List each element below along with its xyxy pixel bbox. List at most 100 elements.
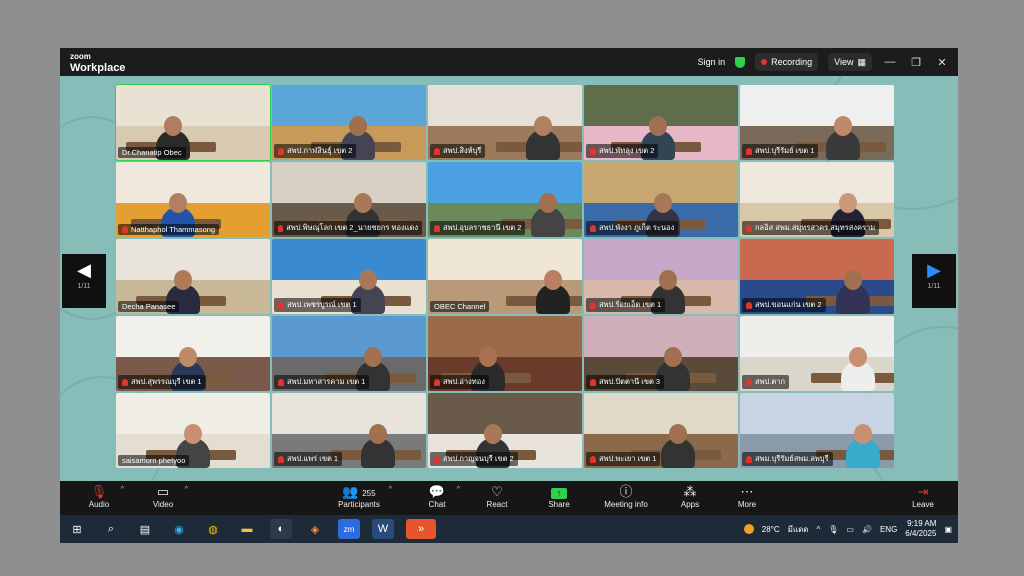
participant-video-tile[interactable]: สพป.ขอนแก่น เขต 2: [740, 239, 894, 314]
more-button[interactable]: ⋯ More: [734, 484, 760, 509]
participants-icon: 👥: [342, 484, 359, 499]
participant-name-tag: สพป.ปัตตานี เขต 3: [586, 375, 665, 389]
task-view-icon[interactable]: ▤: [134, 519, 156, 539]
app-icon[interactable]: ◐: [270, 519, 292, 539]
windows-start-icon[interactable]: ⊞: [66, 519, 88, 539]
participant-video-tile[interactable]: Dr.Chanatip Obec: [115, 84, 271, 161]
participant-head: [179, 347, 197, 367]
apps-icon: ⁂: [683, 484, 697, 499]
participant-head: [184, 424, 202, 444]
participants-label: Participants: [338, 500, 380, 509]
video-button[interactable]: ▭ Video ^: [148, 484, 188, 509]
participant-name: สพป.สิงห์บุรี: [443, 146, 482, 155]
participant-video-tile[interactable]: สพป.ตาก: [740, 316, 894, 391]
participant-video-tile[interactable]: สพป.พะเยา เขต 1: [584, 393, 738, 468]
app-icon[interactable]: W: [372, 519, 394, 539]
participant-name-tag: สพป.ขอนแก่น เขต 2: [742, 298, 826, 312]
app-icon[interactable]: ◈: [304, 519, 326, 539]
participant-name: กลอิส สพม.สมุทรสาคร สมุทรสงคราม: [755, 223, 876, 232]
mic-muted-icon: [122, 226, 128, 233]
notification-icon[interactable]: ▣: [944, 525, 952, 534]
share-button[interactable]: ↑ Share: [546, 484, 572, 509]
view-button[interactable]: View ▦: [828, 53, 872, 71]
close-icon[interactable]: ✕: [934, 56, 950, 69]
participant-video-tile[interactable]: saisamorn phetyoo: [116, 393, 270, 468]
chevron-up-icon[interactable]: ^: [185, 486, 188, 493]
next-page-button[interactable]: ▶ 1/11: [912, 254, 956, 308]
participant-video-tile[interactable]: สพป.ปัตตานี เขต 3: [584, 316, 738, 391]
search-icon[interactable]: ⌕: [100, 519, 122, 539]
participant-video-tile[interactable]: สพป.พัทลุง เขต 2: [584, 85, 738, 160]
participant-video-tile[interactable]: OBEC Channel: [428, 239, 582, 314]
participant-video-tile[interactable]: สพป.ร้อยเอ็ด เขต 1: [584, 239, 738, 314]
microphone-icon[interactable]: 🎙: [828, 525, 838, 534]
participant-video-tile[interactable]: สพป.กาญจนบุรี เขต 2: [428, 393, 582, 468]
participant-name-tag: สพป.สิงห์บุรี: [430, 144, 486, 158]
gallery-stage: ◀ 1/11 ▶ 1/11 Dr.Chanatip Obec สพป.กาฬสิน…: [60, 76, 958, 481]
participant-video-tile[interactable]: สพป.พังงา ภูเก็ต ระนอง: [584, 162, 738, 237]
participant-video-tile[interactable]: สพป.เพชรบูรณ์ เขต 1: [272, 239, 426, 314]
audio-button[interactable]: 🎙 Audio ^: [84, 484, 124, 509]
video-background: [740, 393, 894, 435]
participant-video-tile[interactable]: สพป.มหาสารคาม เขต 1: [272, 316, 426, 391]
sign-in-button[interactable]: Sign in: [698, 57, 726, 67]
participant-video-tile[interactable]: สพป.แพร่ เขต 1: [272, 393, 426, 468]
participant-head: [844, 270, 862, 290]
participant-name-tag: สพป.แพร่ เขต 1: [274, 452, 343, 466]
windows-taskbar: ⊞ ⌕ ▤ ◉ ◍ ▬ ◐ ◈ zm W » 28°C มีแดด ^ 🎙 ▭ …: [60, 515, 958, 543]
chevron-up-icon[interactable]: ^: [457, 486, 460, 493]
participant-video-tile[interactable]: สพป.กาฬสินธุ์ เขต 2: [272, 85, 426, 160]
network-icon[interactable]: ▭: [846, 525, 854, 534]
participant-name: saisamorn phetyoo: [122, 456, 186, 465]
participant-name: สพป.บุรีรัมย์ เขต 1: [755, 146, 815, 155]
volume-icon[interactable]: 🔊: [862, 525, 872, 534]
participant-head: [664, 347, 682, 367]
participant-video-tile[interactable]: สพป.อ่างทอง: [428, 316, 582, 391]
zoom-taskbar-icon[interactable]: zm: [338, 519, 360, 539]
leave-button[interactable]: ⇥ Leave: [910, 484, 936, 509]
file-explorer-icon[interactable]: ▬: [236, 519, 258, 539]
chat-button[interactable]: 💬 Chat ^: [424, 484, 460, 509]
participant-video-tile[interactable]: สพป.บุรีรัมย์ เขต 1: [740, 85, 894, 160]
edge-icon[interactable]: ◉: [168, 519, 190, 539]
video-background: [428, 316, 582, 358]
more-icon: ⋯: [740, 484, 754, 499]
anydesk-icon[interactable]: »: [406, 519, 436, 539]
brand-top: zoom: [70, 52, 91, 61]
participant-video-tile[interactable]: สพม.บุรีรัมย์สพม.ลพบุรี: [740, 393, 894, 468]
participant-video-tile[interactable]: สพป.สุพรรณบุรี เขต 1: [116, 316, 270, 391]
video-background: [428, 393, 582, 435]
restore-icon[interactable]: ❐: [908, 56, 924, 69]
mic-muted-icon: [746, 224, 752, 232]
participant-video-tile[interactable]: กลอิส สพม.สมุทรสาคร สมุทรสงคราม: [740, 162, 894, 237]
participant-video-tile[interactable]: สพป.อุบลราชธานี เขต 2: [428, 162, 582, 237]
minimize-icon[interactable]: —: [882, 56, 898, 68]
mic-muted-icon: [746, 455, 752, 463]
participants-button[interactable]: 👥 255 Participants ^: [336, 484, 392, 509]
participant-video-tile[interactable]: Decha Panasee: [116, 239, 270, 314]
meeting-info-label: Meeting info: [604, 500, 648, 509]
leave-icon: ⇥: [917, 484, 929, 499]
participant-name: สพป.ปัตตานี เขต 3: [599, 377, 661, 386]
participant-name-tag: สพป.ร้อยเอ็ด เขต 1: [586, 298, 666, 312]
meeting-info-button[interactable]: ⓘ Meeting info: [600, 484, 652, 509]
recording-indicator[interactable]: Recording: [755, 53, 819, 71]
video-background: [116, 85, 270, 127]
chevron-up-icon[interactable]: ^: [817, 525, 821, 534]
react-button[interactable]: ♡ React: [484, 484, 510, 509]
shield-icon[interactable]: [735, 56, 746, 68]
participant-video-tile[interactable]: สพป.สิงห์บุรี: [428, 85, 582, 160]
clock[interactable]: 9:19 AM 6/4/2025: [905, 519, 936, 539]
chrome-icon[interactable]: ◍: [202, 519, 224, 539]
weather-icon: [743, 524, 754, 534]
participant-name-tag: สพป.พะเยา เขต 1: [586, 452, 661, 466]
weather-text: มีแดด: [787, 524, 809, 534]
chevron-up-icon[interactable]: ^: [121, 486, 124, 493]
participant-video-tile[interactable]: สพป.พิษณุโลก เขต 2_นายชยกร ทองแดง: [272, 162, 426, 237]
participant-video-tile[interactable]: Natthaphol Thammasong: [116, 162, 270, 237]
apps-button[interactable]: ⁂ Apps: [678, 484, 702, 509]
prev-page-button[interactable]: ◀ 1/11: [62, 254, 106, 308]
language-indicator[interactable]: ENG: [880, 525, 897, 534]
react-label: React: [486, 500, 508, 509]
chevron-up-icon[interactable]: ^: [389, 486, 392, 493]
